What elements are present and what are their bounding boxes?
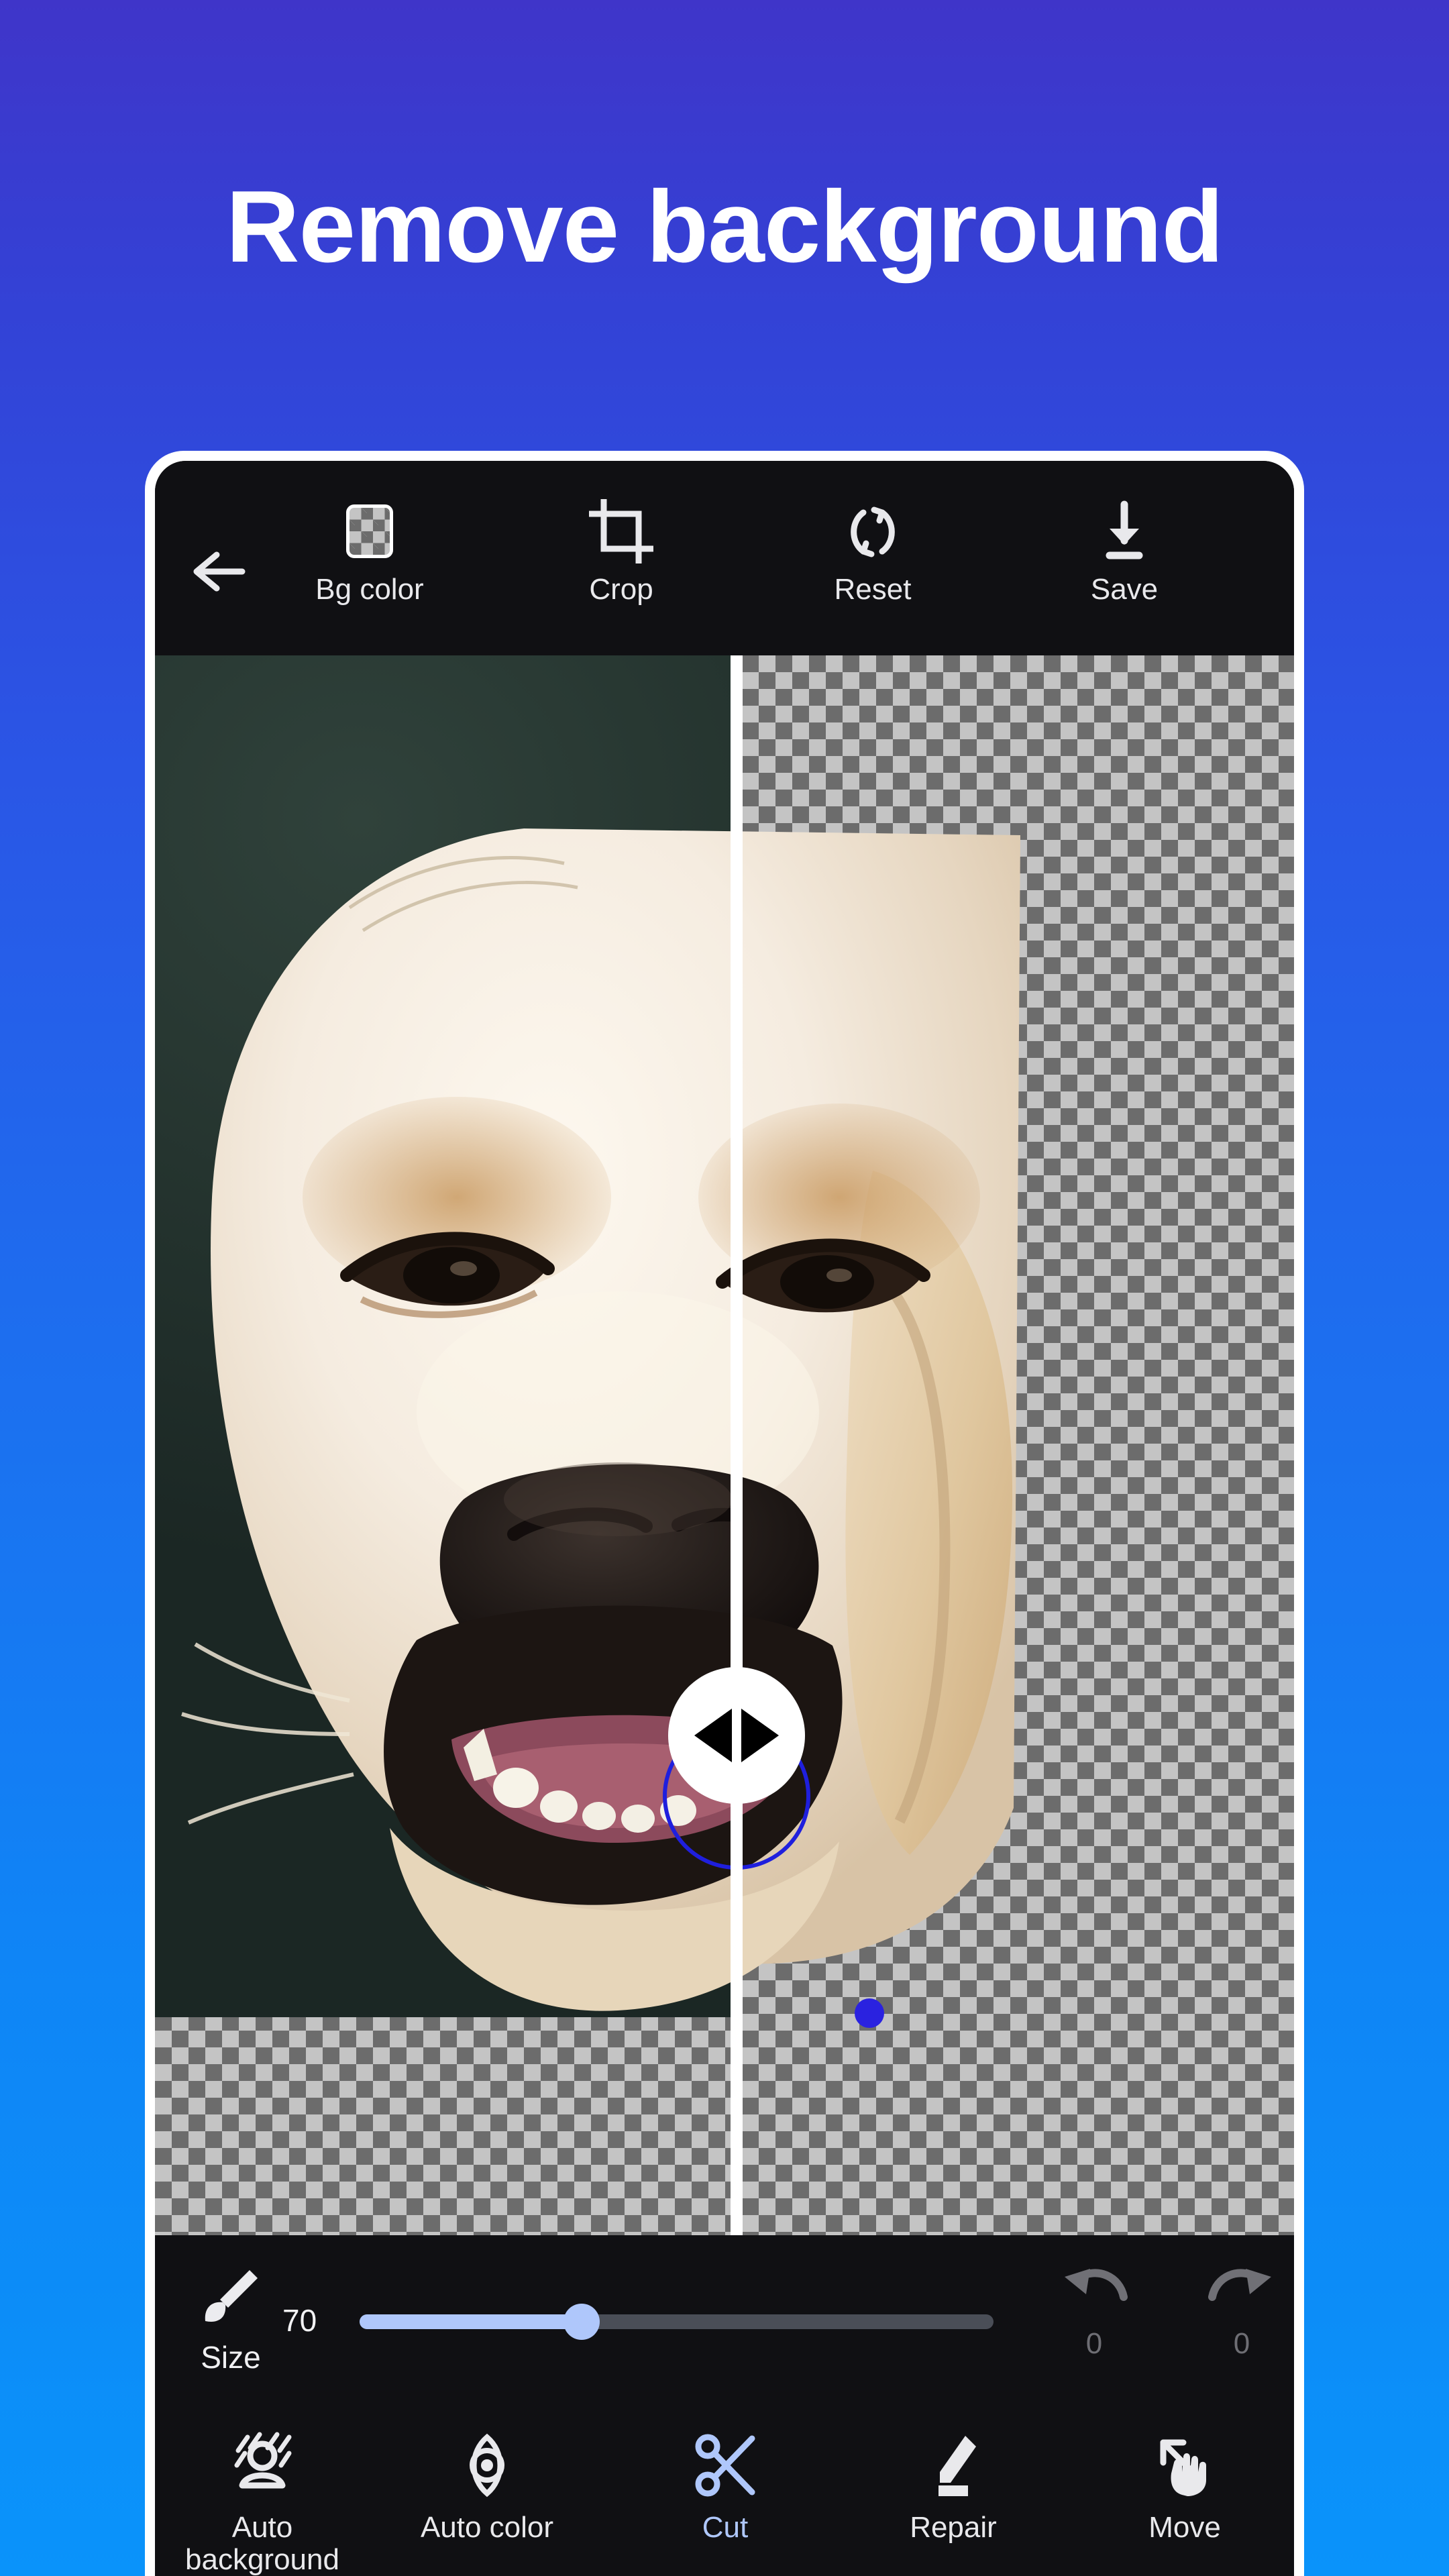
nav-label-move: Move xyxy=(1148,2511,1221,2544)
nav-label-repair: Repair xyxy=(910,2511,997,2544)
nav-item-auto-color[interactable]: Auto color xyxy=(376,2428,598,2544)
redo-button[interactable]: 0 xyxy=(1191,2255,1292,2359)
size-label: Size xyxy=(201,2340,261,2375)
arrow-right-icon xyxy=(741,1709,779,1762)
save-button[interactable]: Save xyxy=(1024,494,1225,604)
redo-icon xyxy=(1191,2255,1292,2320)
original-photo-pane xyxy=(155,655,731,2235)
reset-label: Reset xyxy=(834,573,912,606)
size-value: 70 xyxy=(282,2303,317,2338)
auto-background-icon xyxy=(155,2428,373,2502)
cutout-photo-pane xyxy=(743,655,1294,2235)
nav-label-auto-color: Auto color xyxy=(420,2511,554,2544)
brush-center-dot xyxy=(855,1998,884,2028)
size-slider-thumb[interactable] xyxy=(563,2304,600,2340)
nav-item-move[interactable]: Move xyxy=(1074,2428,1294,2544)
back-arrow-icon xyxy=(193,551,246,592)
crop-icon xyxy=(521,494,722,568)
image-canvas[interactable] xyxy=(155,655,1294,2235)
brush-size-bar: Size 70 0 0 xyxy=(155,2235,1294,2403)
nav-item-auto-background[interactable]: Auto background xyxy=(155,2428,373,2575)
bg-color-label: Bg color xyxy=(315,573,424,606)
reset-button[interactable]: Reset xyxy=(772,494,973,604)
brush-icon xyxy=(205,2270,258,2322)
eraser-icon xyxy=(843,2428,1064,2502)
save-label: Save xyxy=(1090,573,1159,606)
undo-icon xyxy=(1044,2255,1144,2320)
bg-color-button[interactable]: Bg color xyxy=(269,494,470,604)
crop-label: Crop xyxy=(589,573,653,606)
move-hand-icon xyxy=(1074,2428,1294,2502)
bottom-toolbar: Auto background Auto color Cut Repair Mo… xyxy=(155,2403,1294,2576)
comparison-divider-line xyxy=(731,655,743,2235)
phone-frame: Bg color Crop Reset Save Size 70 0 0 Aut… xyxy=(145,451,1304,2576)
nav-label-cut: Cut xyxy=(702,2511,749,2544)
size-slider[interactable] xyxy=(360,2304,994,2340)
brush-tool-indicator: Size xyxy=(187,2259,274,2373)
phone-screen: Bg color Crop Reset Save Size 70 0 0 Aut… xyxy=(155,461,1294,2576)
nav-label-auto-background: Auto background xyxy=(185,2511,339,2576)
nav-item-cut[interactable]: Cut xyxy=(614,2428,836,2544)
size-slider-fill xyxy=(360,2314,582,2329)
reset-icon xyxy=(772,494,973,568)
arrow-left-icon xyxy=(694,1709,732,1762)
page-title: Remove background xyxy=(225,170,1224,284)
target-icon xyxy=(376,2428,598,2502)
top-toolbar: Bg color Crop Reset Save xyxy=(155,461,1294,655)
back-button[interactable] xyxy=(190,548,250,595)
scissors-icon xyxy=(614,2428,836,2502)
nav-item-repair[interactable]: Repair xyxy=(843,2428,1064,2544)
crop-button[interactable]: Crop xyxy=(521,494,722,604)
comparison-divider-handle[interactable] xyxy=(668,1667,805,1804)
download-icon xyxy=(1024,494,1225,568)
promo-canvas: Remove background Bg color Crop Reset Sa… xyxy=(0,0,1449,2576)
dog-photo xyxy=(181,828,731,2011)
checkerboard-swatch-icon xyxy=(269,494,470,568)
redo-count: 0 xyxy=(1233,2327,1250,2360)
undo-count: 0 xyxy=(1085,2327,1103,2360)
undo-button[interactable]: 0 xyxy=(1044,2255,1144,2359)
